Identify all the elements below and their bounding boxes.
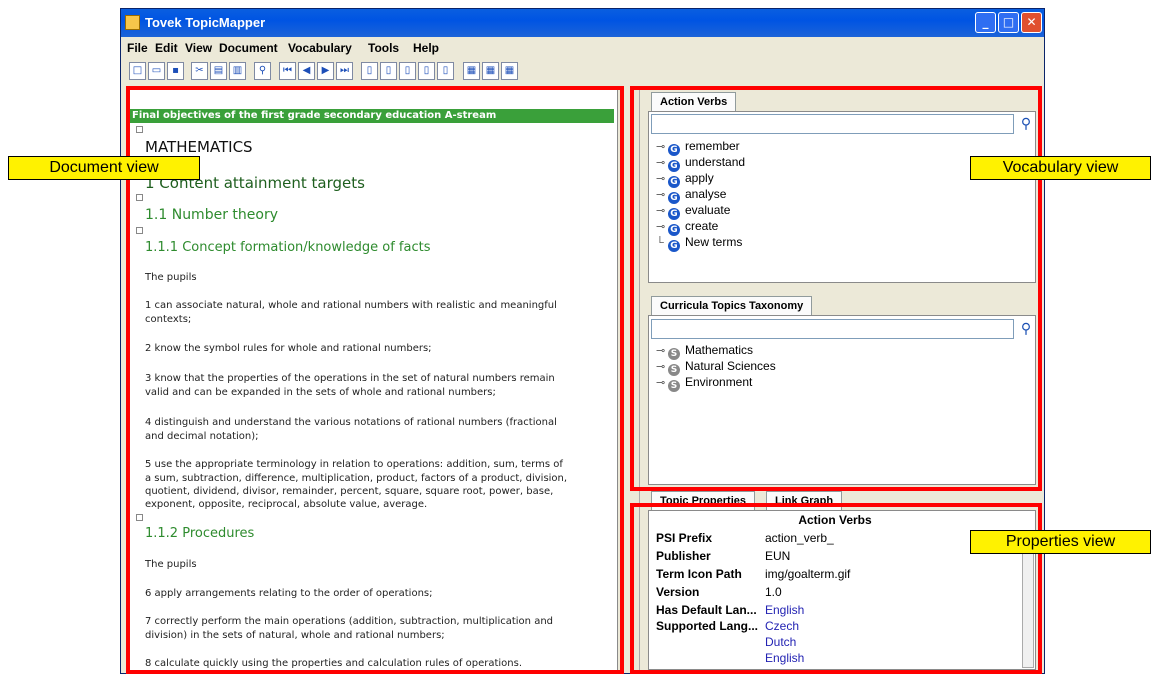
- menu-tools[interactable]: Tools: [368, 41, 399, 55]
- menu-bar: File Edit View Document Vocabulary Tools…: [121, 38, 1044, 58]
- copy-icon[interactable]: ▤: [210, 62, 227, 80]
- next-icon[interactable]: ▶: [317, 62, 334, 80]
- cut-icon[interactable]: ✂: [191, 62, 208, 80]
- close-button[interactable]: ✕: [1021, 12, 1042, 33]
- menu-document[interactable]: Document: [219, 41, 278, 55]
- properties-view-highlight: [630, 503, 1042, 674]
- document-view-label: Document view: [8, 156, 200, 180]
- document-view-highlight: [126, 86, 624, 674]
- menu-edit[interactable]: Edit: [155, 41, 178, 55]
- menu-file[interactable]: File: [127, 41, 148, 55]
- save-icon[interactable]: ▪: [167, 62, 184, 80]
- vocabulary-view-highlight: [630, 86, 1042, 491]
- paste-icon[interactable]: ▥: [229, 62, 246, 80]
- view-doc-icon[interactable]: ▦: [463, 62, 480, 80]
- properties-view-label: Properties view: [970, 530, 1151, 554]
- app-icon: [125, 15, 140, 30]
- find-icon[interactable]: ⚲: [254, 62, 271, 80]
- menu-vocabulary[interactable]: Vocabulary: [288, 41, 352, 55]
- menu-help[interactable]: Help: [413, 41, 439, 55]
- page-export-icon[interactable]: ▯: [437, 62, 454, 80]
- open-icon[interactable]: ▭: [148, 62, 165, 80]
- view-props-icon[interactable]: ▦: [501, 62, 518, 80]
- title-bar[interactable]: Tovek TopicMapper _ □ ✕: [121, 9, 1044, 37]
- window-title: Tovek TopicMapper: [145, 15, 266, 30]
- first-icon[interactable]: ⏮: [279, 62, 296, 80]
- minimize-button[interactable]: _: [975, 12, 996, 33]
- toolbar: □ ▭ ▪ ✂ ▤ ▥ ⚲ ⏮ ◀ ▶ ⏭ ▯ ▯ ▯ ▯ ▯ ▦ ▦ ▦: [121, 60, 1044, 84]
- vocabulary-view-label: Vocabulary view: [970, 156, 1151, 180]
- page-icon-4[interactable]: ▯: [418, 62, 435, 80]
- menu-view[interactable]: View: [185, 41, 212, 55]
- page-icon-3[interactable]: ▯: [399, 62, 416, 80]
- previous-icon[interactable]: ◀: [298, 62, 315, 80]
- last-icon[interactable]: ⏭: [336, 62, 353, 80]
- new-icon[interactable]: □: [129, 62, 146, 80]
- page-icon-2[interactable]: ▯: [380, 62, 397, 80]
- maximize-button[interactable]: □: [998, 12, 1019, 33]
- view-vocab-icon[interactable]: ▦: [482, 62, 499, 80]
- page-icon[interactable]: ▯: [361, 62, 378, 80]
